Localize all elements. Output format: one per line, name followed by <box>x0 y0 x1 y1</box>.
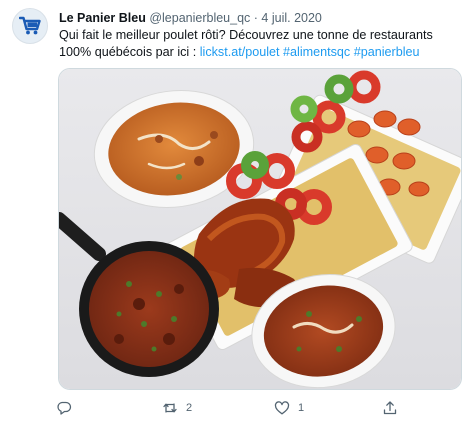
avatar[interactable] <box>12 8 48 44</box>
hashtag-panierbleu[interactable]: #panierbleu <box>354 45 420 59</box>
share-button[interactable] <box>382 400 406 416</box>
heart-icon <box>274 401 290 415</box>
tweet-date[interactable]: 4 juil. 2020 <box>261 11 321 25</box>
retweet-button[interactable]: 2 <box>162 400 192 416</box>
tweet-link[interactable]: lickst.at/poulet <box>200 45 280 59</box>
author-handle[interactable]: @lepanierbleu_qc <box>149 11 250 25</box>
retweet-icon <box>163 403 177 413</box>
share-icon <box>383 401 397 415</box>
separator: · <box>253 11 258 25</box>
tweet-photo[interactable] <box>58 68 462 390</box>
shopping-cart-icon <box>19 16 41 35</box>
like-button[interactable]: 1 <box>274 400 304 416</box>
like-count: 1 <box>298 402 305 414</box>
reply-button[interactable] <box>56 400 80 416</box>
tweet-header: Le Panier Bleu @lepanierbleu_qc · 4 juil… <box>59 10 456 26</box>
food-photo <box>59 69 461 389</box>
tweet-text: Qui fait le meilleur poulet rôti? Découv… <box>59 27 464 60</box>
retweet-count: 2 <box>186 402 193 414</box>
hashtag-alimentsqc[interactable]: #alimentsqc <box>283 45 350 59</box>
tweet[interactable]: Le Panier Bleu @lepanierbleu_qc · 4 juil… <box>0 0 476 425</box>
tweet-actions: 2 1 <box>56 400 406 420</box>
author-name[interactable]: Le Panier Bleu <box>59 11 146 25</box>
reply-icon <box>57 401 72 415</box>
